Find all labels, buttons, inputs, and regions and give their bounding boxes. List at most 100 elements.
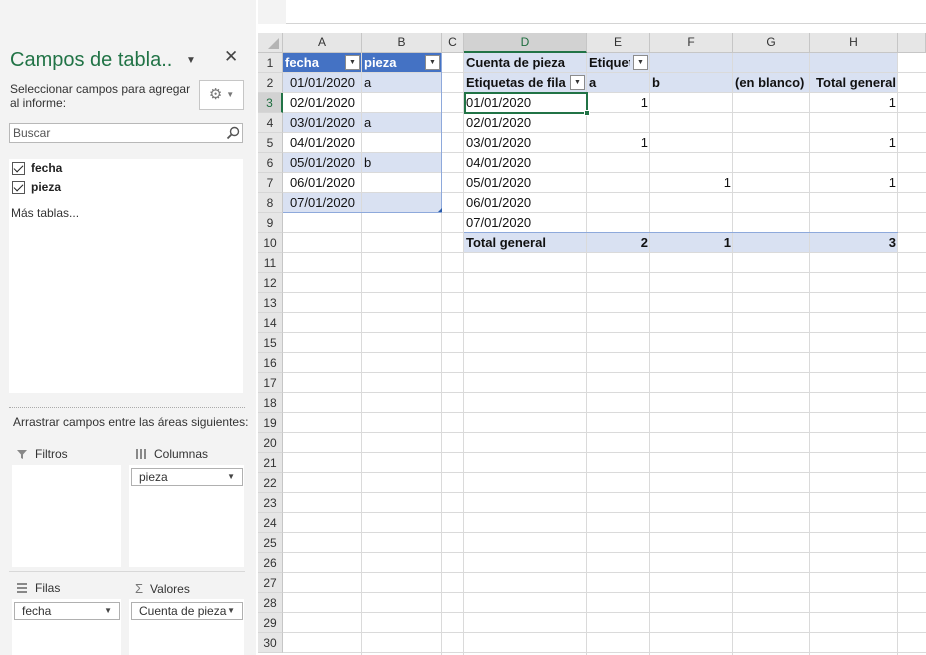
column-labels-filter-dropdown-icon[interactable]: ▼ bbox=[633, 55, 648, 70]
table-header-pieza[interactable]: pieza bbox=[362, 53, 424, 73]
pivot-col-header-a[interactable]: a bbox=[587, 73, 650, 93]
row-labels-filter-dropdown-icon[interactable]: ▼ bbox=[570, 75, 585, 90]
pivot-row-label[interactable]: 06/01/2020 bbox=[464, 193, 587, 213]
table-cell-fecha[interactable]: 01/01/2020 bbox=[283, 73, 362, 93]
row-header-1[interactable]: 1 bbox=[258, 53, 283, 73]
pivot-value-cell[interactable] bbox=[587, 153, 650, 173]
table-resize-handle[interactable] bbox=[438, 208, 442, 212]
row-header-2[interactable]: 2 bbox=[258, 73, 283, 93]
row-header-30[interactable]: 30 bbox=[258, 633, 283, 653]
row-header-25[interactable]: 25 bbox=[258, 533, 283, 553]
chevron-down-icon[interactable]: ▼ bbox=[227, 603, 235, 619]
values-field-cuenta-de-pieza[interactable]: Cuenta de pieza ▼ bbox=[131, 602, 243, 620]
pivot-value-cell[interactable] bbox=[733, 193, 810, 213]
pivot-value-cell[interactable] bbox=[587, 113, 650, 133]
row-header-28[interactable]: 28 bbox=[258, 593, 283, 613]
pivot-value-cell[interactable] bbox=[733, 213, 810, 233]
table-cell-fecha[interactable]: 04/01/2020 bbox=[283, 133, 362, 153]
field-item-fecha[interactable]: fecha bbox=[12, 160, 62, 176]
pivot-value-cell[interactable] bbox=[587, 173, 650, 193]
row-header-20[interactable]: 20 bbox=[258, 433, 283, 453]
row-header-17[interactable]: 17 bbox=[258, 373, 283, 393]
table-cell-pieza[interactable] bbox=[362, 193, 442, 213]
pivot-value-label[interactable]: Cuenta de pieza bbox=[464, 53, 587, 73]
row-header-16[interactable]: 16 bbox=[258, 353, 283, 373]
pivot-value-cell[interactable] bbox=[733, 93, 810, 113]
row-header-3[interactable]: 3 bbox=[258, 93, 283, 113]
pivot-value-cell[interactable] bbox=[733, 173, 810, 193]
values-drop-area[interactable]: Cuenta de pieza ▼ bbox=[129, 599, 244, 655]
table-cell-pieza[interactable] bbox=[362, 93, 442, 113]
pivot-value-cell[interactable]: 1 bbox=[650, 173, 733, 193]
column-header-e[interactable]: E bbox=[587, 33, 650, 53]
table-cell-pieza[interactable] bbox=[362, 133, 442, 153]
rows-drop-area[interactable]: fecha ▼ bbox=[12, 599, 121, 655]
row-header-13[interactable]: 13 bbox=[258, 293, 283, 313]
pane-splitter[interactable] bbox=[9, 407, 245, 408]
pivot-value-cell[interactable] bbox=[733, 153, 810, 173]
pivot-value-cell[interactable] bbox=[650, 193, 733, 213]
pivot-value-cell[interactable] bbox=[587, 193, 650, 213]
pivot-value-cell[interactable] bbox=[810, 113, 898, 133]
row-header-23[interactable]: 23 bbox=[258, 493, 283, 513]
row-header-4[interactable]: 4 bbox=[258, 113, 283, 133]
pivot-value-cell[interactable] bbox=[650, 213, 733, 233]
column-header-next[interactable] bbox=[898, 33, 926, 53]
column-header-b[interactable]: B bbox=[362, 33, 442, 53]
cell-area[interactable]: fecha pieza ▼ ▼ 01/01/2020 a 02/01/2020 03/01/2… bbox=[283, 53, 926, 655]
row-header-5[interactable]: 5 bbox=[258, 133, 283, 153]
pivot-value-cell[interactable] bbox=[810, 193, 898, 213]
pivot-row-label[interactable]: 05/01/2020 bbox=[464, 173, 587, 193]
search-input[interactable] bbox=[13, 126, 213, 140]
filters-drop-area[interactable] bbox=[12, 465, 121, 567]
pivot-value-cell[interactable] bbox=[650, 153, 733, 173]
more-tables-link[interactable]: Más tablas... bbox=[11, 206, 79, 220]
pivot-col-header-b[interactable]: b bbox=[650, 73, 733, 93]
close-icon[interactable]: ✕ bbox=[224, 47, 238, 67]
search-box[interactable] bbox=[9, 123, 243, 143]
row-header-11[interactable]: 11 bbox=[258, 253, 283, 273]
column-header-c[interactable]: C bbox=[442, 33, 464, 53]
table-cell-pieza[interactable] bbox=[362, 173, 442, 193]
pivot-grand-total-value[interactable] bbox=[733, 233, 810, 253]
column-header-d[interactable]: D bbox=[464, 33, 587, 53]
pivot-value-cell[interactable] bbox=[733, 113, 810, 133]
pivot-grand-total-value[interactable]: 3 bbox=[810, 233, 898, 253]
table-cell-fecha[interactable]: 06/01/2020 bbox=[283, 173, 362, 193]
table-cell-fecha[interactable]: 02/01/2020 bbox=[283, 93, 362, 113]
pivot-column-labels[interactable]: Etiquetas de columna bbox=[587, 53, 630, 73]
pivot-value-cell[interactable] bbox=[810, 153, 898, 173]
fecha-filter-dropdown-icon[interactable]: ▼ bbox=[345, 55, 360, 70]
row-header-14[interactable]: 14 bbox=[258, 313, 283, 333]
table-cell-fecha[interactable]: 03/01/2020 bbox=[283, 113, 362, 133]
row-header-26[interactable]: 26 bbox=[258, 553, 283, 573]
column-header-g[interactable]: G bbox=[733, 33, 810, 53]
pivot-value-cell[interactable] bbox=[650, 133, 733, 153]
row-header-6[interactable]: 6 bbox=[258, 153, 283, 173]
active-cell-selection[interactable] bbox=[464, 92, 588, 114]
pivot-value-cell[interactable] bbox=[587, 213, 650, 233]
table-header-fecha[interactable]: fecha bbox=[283, 53, 344, 73]
table-cell-fecha[interactable]: 05/01/2020 bbox=[283, 153, 362, 173]
pivot-row-labels[interactable]: Etiquetas de fila bbox=[464, 73, 567, 93]
row-header-27[interactable]: 27 bbox=[258, 573, 283, 593]
chevron-down-icon[interactable]: ▼ bbox=[227, 469, 235, 485]
row-header-21[interactable]: 21 bbox=[258, 453, 283, 473]
pivot-value-cell[interactable]: 1 bbox=[810, 133, 898, 153]
pivot-col-header-total[interactable]: Total general bbox=[810, 73, 898, 93]
pivot-value-cell[interactable] bbox=[810, 213, 898, 233]
row-header-10[interactable]: 10 bbox=[258, 233, 283, 253]
table-cell-fecha[interactable]: 07/01/2020 bbox=[283, 193, 362, 213]
row-header-19[interactable]: 19 bbox=[258, 413, 283, 433]
row-header-29[interactable]: 29 bbox=[258, 613, 283, 633]
pivot-grand-total-value[interactable]: 2 bbox=[587, 233, 650, 253]
row-header-22[interactable]: 22 bbox=[258, 473, 283, 493]
row-header-18[interactable]: 18 bbox=[258, 393, 283, 413]
row-header-15[interactable]: 15 bbox=[258, 333, 283, 353]
table-cell-pieza[interactable]: a bbox=[362, 73, 442, 93]
pivot-value-cell[interactable]: 1 bbox=[587, 93, 650, 113]
pane-options-chevron-icon[interactable]: ▼ bbox=[186, 55, 196, 66]
columns-drop-area[interactable]: pieza ▼ bbox=[129, 465, 244, 567]
pivot-value-cell[interactable] bbox=[650, 113, 733, 133]
pieza-filter-dropdown-icon[interactable]: ▼ bbox=[425, 55, 440, 70]
